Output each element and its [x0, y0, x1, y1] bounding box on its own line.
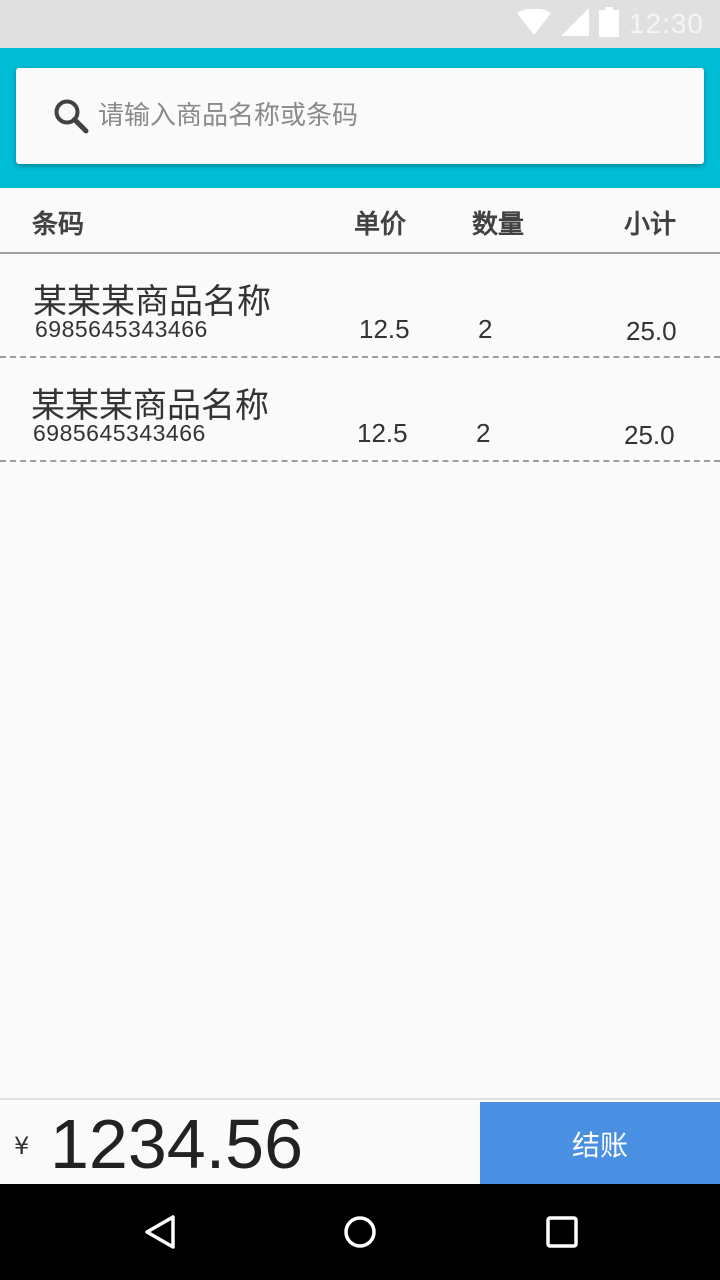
search-box[interactable] — [16, 68, 704, 164]
product-subtotal: 25.0 — [626, 316, 677, 346]
back-icon[interactable] — [136, 1208, 184, 1256]
header-subtotal: 小计 — [624, 210, 677, 240]
signal-icon — [560, 8, 589, 40]
total-amount: 1234.56 — [50, 1105, 304, 1183]
header-barcode: 条码 — [32, 210, 85, 240]
status-bar: 12:30 — [0, 0, 720, 48]
status-icons: 12:30 — [516, 7, 704, 41]
header-price: 单价 — [354, 210, 407, 240]
table-row[interactable]: 某某某商品名称 6985645343466 12.5 2 25.0 — [0, 254, 720, 358]
recents-icon[interactable] — [538, 1208, 586, 1256]
wifi-icon — [516, 8, 551, 39]
home-icon[interactable] — [336, 1208, 384, 1256]
checkout-button[interactable]: 结账 — [480, 1102, 720, 1186]
product-price: 12.5 — [359, 314, 410, 344]
search-header — [0, 48, 720, 188]
battery-icon — [598, 7, 619, 41]
table-header: 条码 单价 数量 小计 — [0, 188, 720, 254]
search-icon — [52, 96, 92, 136]
search-input[interactable] — [98, 101, 658, 131]
product-quantity: 2 — [476, 418, 491, 448]
product-quantity: 2 — [478, 314, 493, 344]
product-subtotal: 25.0 — [624, 420, 675, 450]
product-code: 6985645343466 — [35, 316, 208, 342]
header-quantity: 数量 — [472, 210, 525, 240]
status-time: 12:30 — [628, 8, 704, 39]
product-code: 6985645343466 — [33, 420, 206, 446]
product-price: 12.5 — [357, 418, 408, 448]
navigation-bar — [0, 1184, 720, 1280]
table-row[interactable]: 某某某商品名称 6985645343466 12.5 2 25.0 — [0, 358, 720, 462]
checkout-bar: ¥ 1234.56 结账 — [0, 1098, 720, 1186]
currency-symbol: ¥ — [14, 1132, 30, 1160]
